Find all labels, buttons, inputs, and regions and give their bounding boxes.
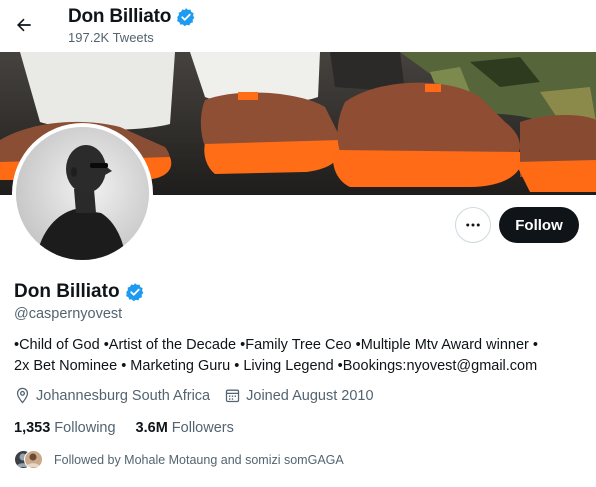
profile-avatar[interactable]: [12, 123, 153, 264]
calendar-icon: [225, 389, 240, 403]
more-options-button[interactable]: [455, 207, 491, 243]
profile-header: Don Billiato 197.2K Tweets: [0, 0, 596, 52]
profile-handle: @caspernyovest: [14, 306, 123, 322]
header-title: Don Billiato: [68, 6, 172, 27]
location-pin-icon: [16, 387, 29, 404]
profile-name: Don Billiato: [14, 281, 120, 302]
following-label: Following: [54, 420, 116, 436]
tweet-count: 197.2K Tweets: [68, 30, 154, 45]
avatar: [24, 450, 43, 469]
location-item: Johannesburg South Africa: [14, 387, 210, 404]
followers-count: 3.6M: [135, 420, 168, 436]
verified-badge-icon[interactable]: [125, 282, 145, 302]
verified-badge-icon: [177, 8, 195, 27]
more-options-icon: [466, 223, 480, 227]
following-link[interactable]: 1,353 Following: [14, 420, 116, 436]
profile-stats: 1,353 Following 3.6M Followers: [14, 420, 254, 436]
profile-meta: Johannesburg South Africa Joined August …: [14, 387, 388, 404]
follow-button[interactable]: Follow: [499, 207, 579, 243]
followers-link[interactable]: 3.6M Followers: [136, 420, 234, 436]
arrow-left-icon: [17, 18, 31, 32]
bio-line: •Child of God •Artist of the Decade •Fam…: [14, 337, 538, 353]
following-count: 1,353: [14, 420, 51, 436]
joined-item: Joined August 2010: [224, 387, 374, 404]
followed-by-row[interactable]: Followed by Mohale Motaung and somizi so…: [14, 450, 344, 470]
joined-text: Joined August 2010: [246, 387, 374, 404]
followed-by-text: Followed by Mohale Motaung and somizi so…: [54, 453, 344, 467]
back-button[interactable]: [8, 9, 40, 41]
followers-label: Followers: [171, 420, 234, 436]
avatar-image: [16, 127, 149, 260]
bio-line: 2x Bet Nominee • Marketing Guru • Living…: [14, 358, 538, 374]
profile-bio: •Child of God •Artist of the Decade •Fam…: [14, 335, 584, 377]
follower-avatars: [14, 450, 43, 470]
location-text: Johannesburg South Africa: [36, 387, 211, 404]
